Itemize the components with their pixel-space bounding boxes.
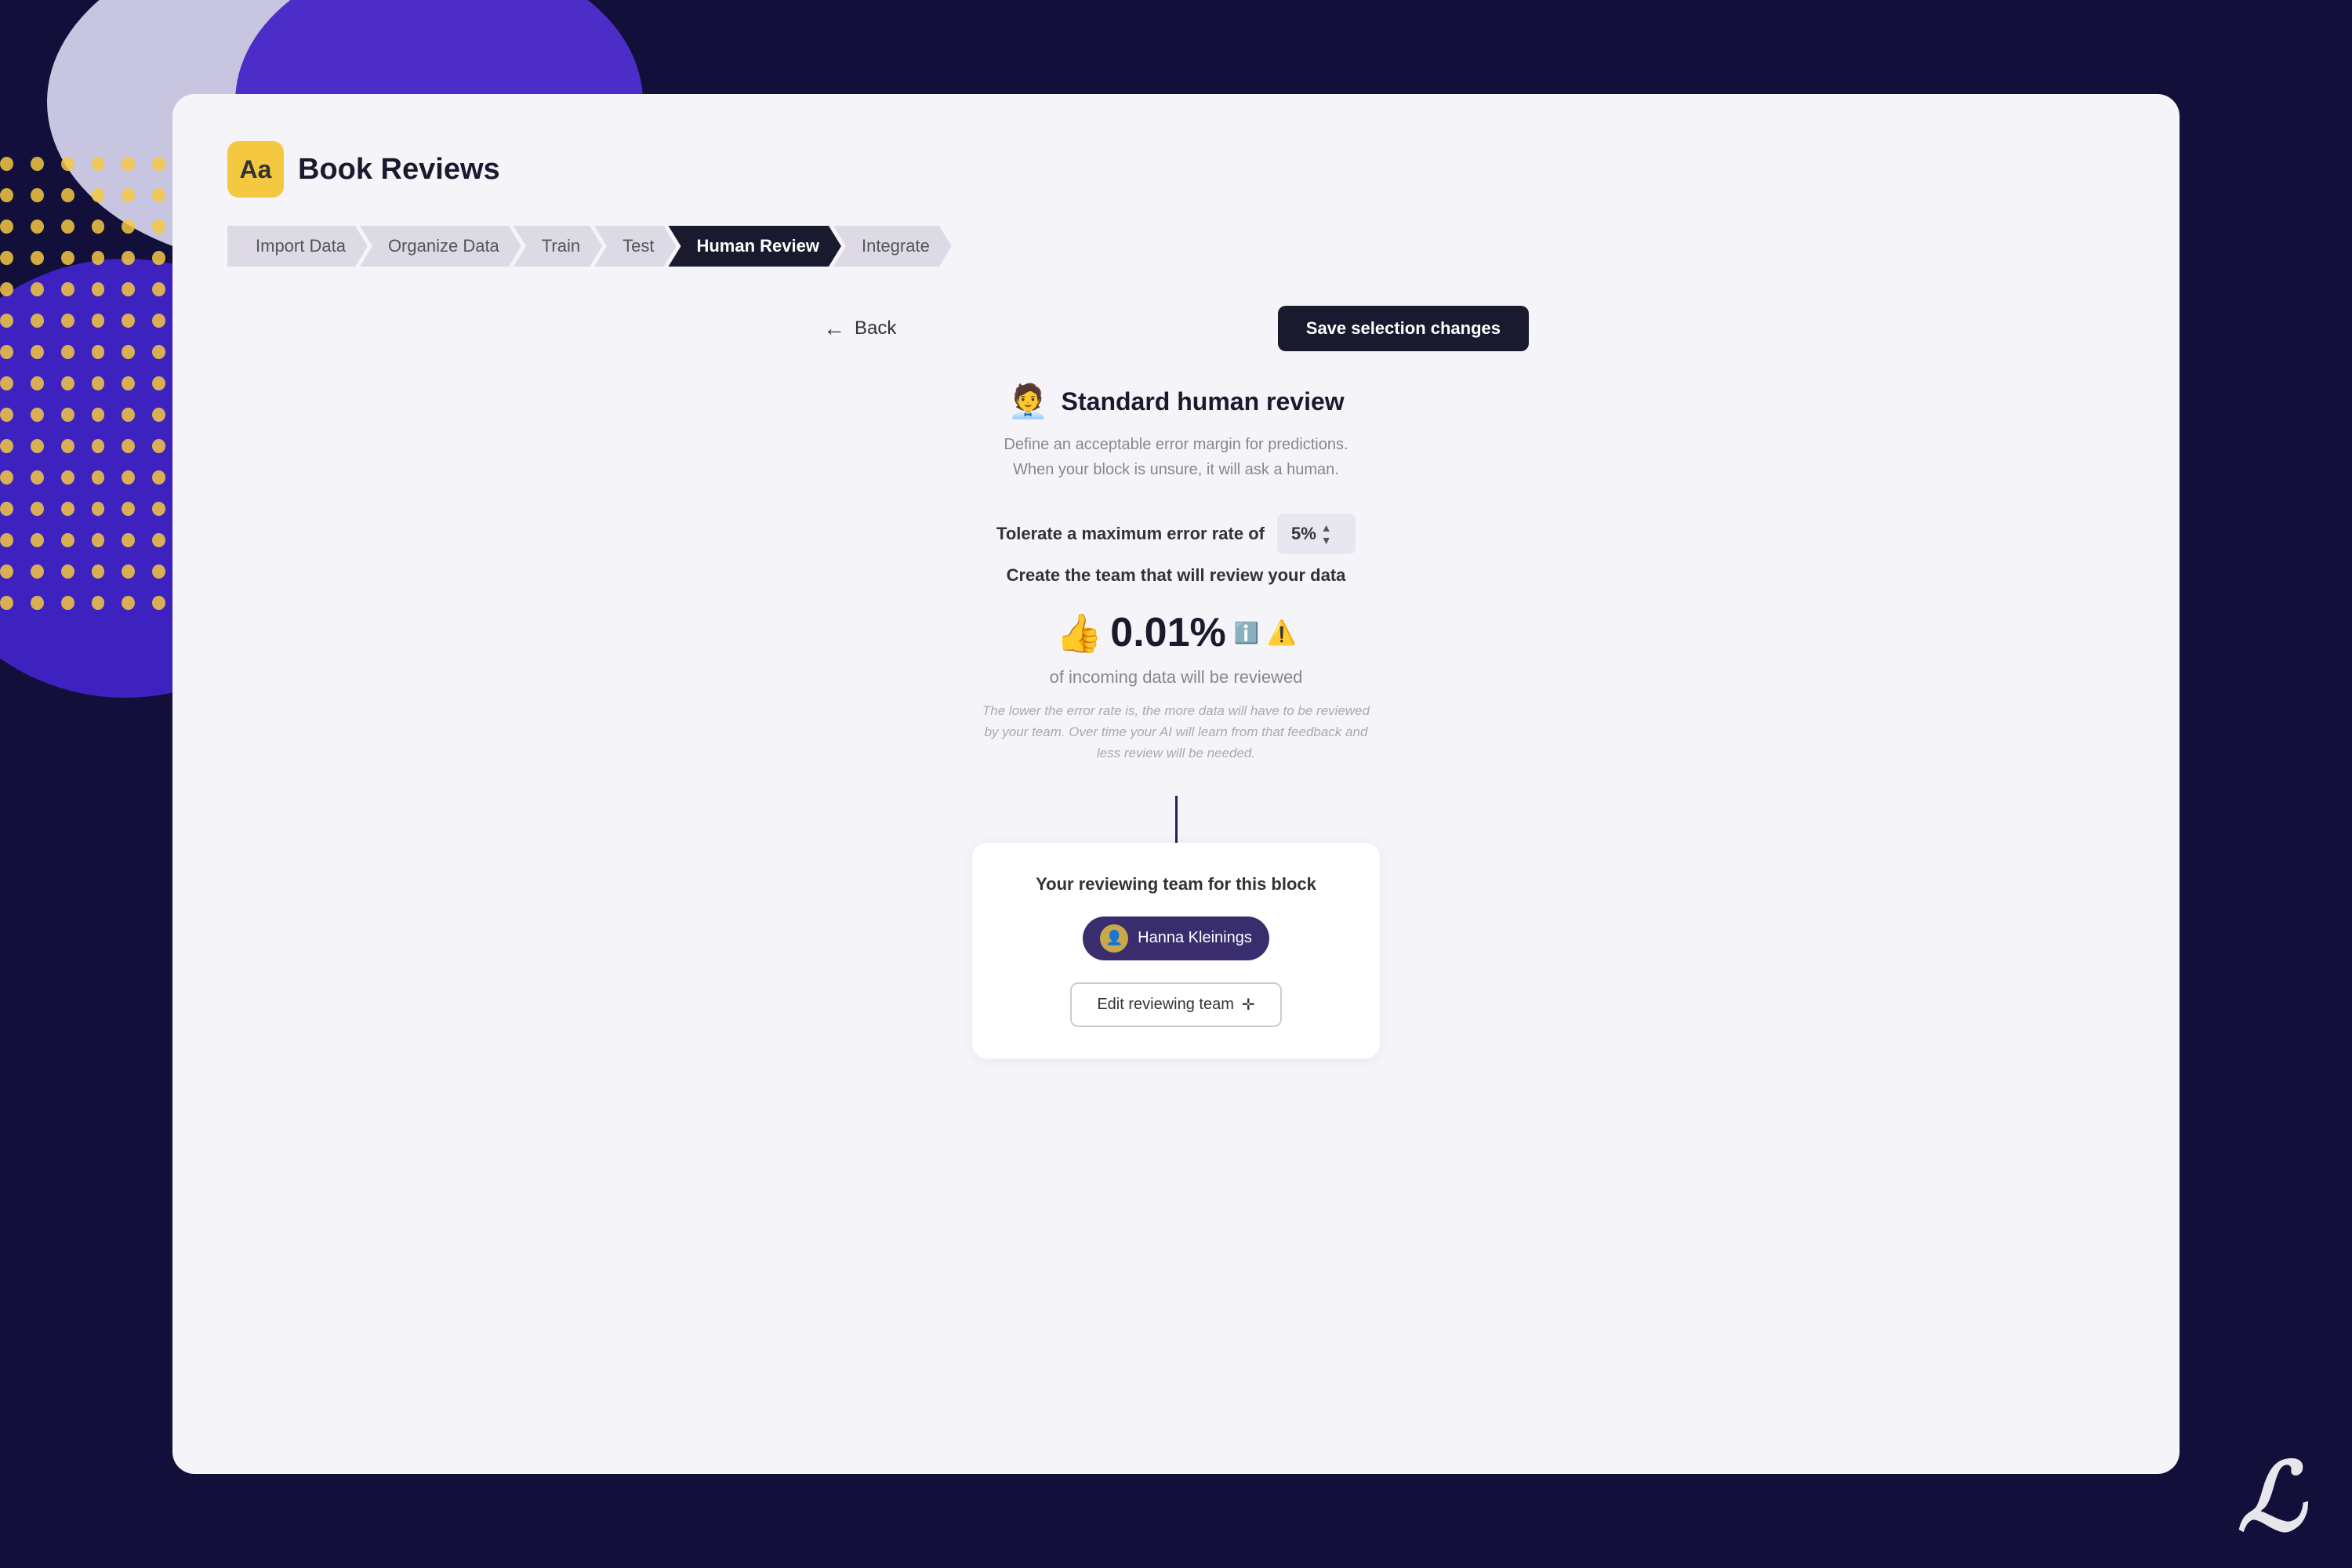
step-train[interactable]: Train [514, 226, 602, 267]
save-selection-button[interactable]: Save selection changes [1278, 306, 1529, 351]
back-arrow-icon: ← [823, 316, 845, 341]
app-icon: Aa [227, 141, 284, 198]
section-header: 🧑‍💼 Standard human review [1007, 383, 1344, 421]
brand-logo: ℒ [2238, 1450, 2305, 1544]
section-description: Define an acceptable error margin for pr… [1004, 432, 1348, 482]
stats-subtitle: of incoming data will be reviewed [1050, 667, 1303, 688]
main-card: Aa Book Reviews Import Data Organize Dat… [172, 94, 2180, 1474]
warning-icon: ⚠️ [1267, 619, 1296, 647]
step-organize-data[interactable]: Organize Data [360, 226, 521, 267]
section-icon: 🧑‍💼 [1007, 383, 1048, 421]
error-rate-label: Tolerate a maximum error rate of [996, 524, 1265, 544]
step-import-data[interactable]: Import Data [227, 226, 368, 267]
team-box: Your reviewing team for this block 👤 Han… [972, 843, 1380, 1058]
error-rate-spinner[interactable]: ▲ ▼ [1321, 521, 1332, 546]
step-integrate[interactable]: Integrate [833, 226, 952, 267]
stats-percentage-row: 👍 0.01% ℹ️ ⚠️ [1056, 609, 1297, 656]
member-name: Hanna Kleinings [1138, 929, 1252, 947]
info-icon: ℹ️ [1234, 621, 1259, 645]
bg-dots-grid [0, 157, 196, 666]
step-human-review[interactable]: Human Review [668, 226, 841, 267]
back-button[interactable]: ← Back [823, 316, 896, 341]
content-area: ← Back Save selection changes 🧑‍💼 Standa… [227, 306, 2125, 1058]
top-bar: ← Back Save selection changes [823, 306, 1529, 351]
app-title: Book Reviews [298, 153, 500, 187]
thumb-up-icon: 👍 [1056, 611, 1103, 655]
connector-line [1175, 796, 1178, 843]
edit-reviewing-team-button[interactable]: Edit reviewing team ✛ [1070, 982, 1281, 1027]
section-title: Standard human review [1062, 387, 1345, 416]
step-test[interactable]: Test [594, 226, 676, 267]
stats-footnote: The lower the error rate is, the more da… [980, 700, 1372, 764]
error-rate-input[interactable]: 5% ▲ ▼ [1277, 514, 1356, 554]
app-header: Aa Book Reviews [227, 141, 2125, 198]
edit-team-icon: ✛ [1242, 995, 1255, 1014]
team-box-title: Your reviewing team for this block [1036, 874, 1316, 895]
steps-nav: Import Data Organize Data Train Test Hum… [227, 226, 2125, 267]
team-member-chip: 👤 Hanna Kleinings [1083, 916, 1269, 960]
stats-percentage: 0.01% [1110, 609, 1225, 656]
create-team-label: Create the team that will review your da… [1007, 565, 1346, 586]
member-avatar: 👤 [1100, 924, 1128, 953]
back-label: Back [855, 318, 896, 339]
error-rate-row: Tolerate a maximum error rate of 5% ▲ ▼ [996, 514, 1356, 554]
